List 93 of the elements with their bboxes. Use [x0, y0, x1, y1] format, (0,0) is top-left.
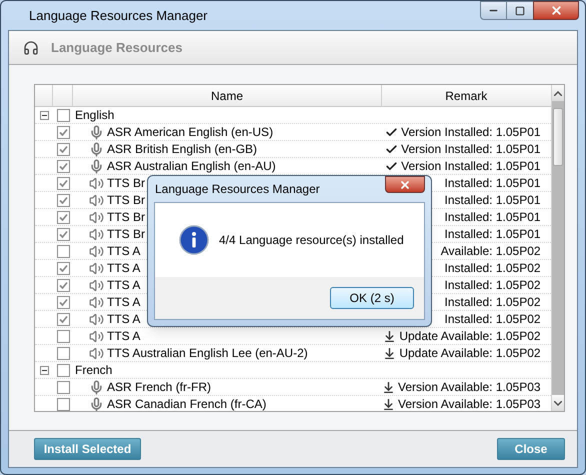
- headset-icon: [23, 40, 39, 56]
- scrollbar-thumb[interactable]: [552, 108, 563, 166]
- resource-name: TTS A: [107, 260, 140, 277]
- checkbox[interactable]: [56, 228, 70, 240]
- download-icon: [383, 346, 396, 360]
- resource-name: TTS A: [107, 328, 140, 345]
- resource-name: TTS A: [107, 294, 140, 311]
- checkbox[interactable]: [56, 126, 70, 138]
- microphone-icon: [89, 142, 104, 156]
- resource-name: ASR Australian English (en-AU): [107, 158, 276, 175]
- remark-text: Update Available: 1.05P02: [399, 345, 541, 362]
- check-icon: [385, 142, 398, 156]
- remark-text: Installed: 1.05P02: [444, 260, 541, 277]
- collapse-toggle[interactable]: [40, 110, 48, 120]
- checkbox[interactable]: [56, 330, 70, 342]
- resource-name: TTS A: [107, 243, 140, 260]
- checkbox[interactable]: [56, 176, 70, 190]
- speaker-icon: [89, 192, 104, 208]
- download-icon: [382, 398, 395, 410]
- resource-name: ASR French (fr-FR): [107, 379, 212, 396]
- close-icon: [399, 178, 411, 190]
- check-icon: [385, 126, 398, 138]
- resource-name: TTS Br: [107, 192, 145, 209]
- speaker-icon: [89, 176, 104, 190]
- download-icon: [382, 380, 395, 394]
- close-icon: [550, 4, 562, 17]
- column-header[interactable]: Remark: [382, 85, 551, 106]
- checkbox[interactable]: [56, 194, 70, 206]
- remark-text: Installed: 1.05P01: [444, 226, 541, 243]
- close-button[interactable]: [385, 176, 425, 193]
- speaker-icon: [89, 294, 104, 310]
- remark-text: Installed: 1.05P01: [444, 209, 541, 226]
- checkbox[interactable]: [56, 244, 70, 258]
- info-icon: [179, 225, 209, 255]
- speaker-icon: [89, 210, 104, 224]
- remark-text: Version Installed: 1.05P01: [401, 141, 541, 158]
- remark-text: Installed: 1.05P02: [444, 277, 541, 294]
- microphone-icon: [89, 380, 104, 394]
- remark-text: Installed: 1.05P02: [444, 311, 541, 328]
- resource-name: TTS Br: [107, 209, 145, 226]
- speaker-icon: [89, 244, 104, 258]
- checkbox[interactable]: [56, 210, 70, 224]
- checkbox[interactable]: [56, 108, 70, 122]
- speaker-icon: [89, 346, 104, 360]
- maximize-icon: [515, 6, 525, 16]
- remark-text: Installed: 1.05P01: [444, 175, 541, 192]
- window-title: Language Resources Manager: [29, 6, 208, 25]
- resource-name: TTS Br: [107, 226, 145, 243]
- resource-name: TTS A: [107, 277, 140, 294]
- speaker-icon: [89, 278, 104, 292]
- resource-name: TTS Br: [107, 175, 145, 192]
- resource-name: ASR American English (en-US): [107, 124, 274, 141]
- group-label: English: [74, 107, 114, 124]
- remark-text: Installed: 1.05P02: [444, 294, 541, 311]
- ok-button[interactable]: OK (2 s): [330, 287, 414, 309]
- collapse-toggle[interactable]: [40, 366, 48, 374]
- speaker-icon: [89, 328, 104, 344]
- checkbox[interactable]: [56, 380, 70, 394]
- resource-name: ASR Canadian French (fr-CA): [107, 396, 266, 411]
- checkbox[interactable]: [56, 312, 70, 326]
- microphone-icon: [89, 158, 104, 174]
- resource-name: TTS Australian English Lee (en-AU-2): [107, 345, 308, 362]
- speaker-icon: [89, 260, 104, 276]
- remark-text: Installed: 1.05P01: [444, 192, 541, 209]
- checkbox[interactable]: [56, 296, 70, 308]
- checkbox[interactable]: [56, 346, 70, 360]
- dialog-title: Language Resources Manager: [155, 181, 320, 198]
- microphone-icon: [89, 396, 104, 411]
- remark-text: Update Available: 1.05P02: [399, 328, 541, 345]
- checkbox[interactable]: [56, 398, 70, 410]
- remark-text: Version Available: 1.05P03: [398, 379, 541, 396]
- resource-name: ASR British English (en-GB): [107, 141, 258, 158]
- maximize-button[interactable]: [507, 1, 533, 20]
- download-icon: [383, 330, 396, 342]
- checkbox[interactable]: [56, 262, 70, 274]
- speaker-icon: [89, 312, 104, 326]
- microphone-icon: [89, 124, 104, 140]
- close-button[interactable]: [533, 1, 579, 20]
- dialog-message: 4/4 Language resource(s) installed: [219, 232, 404, 249]
- resource-name: TTS A: [107, 311, 140, 328]
- remark-text: Version Installed: 1.05P01: [401, 158, 541, 175]
- check-icon: [385, 160, 398, 172]
- remark-text: Version Installed: 1.05P01: [401, 124, 541, 141]
- group-label: French: [74, 362, 112, 379]
- checkbox[interactable]: [56, 278, 70, 292]
- checkbox[interactable]: [56, 364, 70, 376]
- column-header[interactable]: Name: [73, 85, 382, 106]
- header-title: Language Resources: [51, 38, 182, 57]
- remark-text: Version Available: 1.05P03: [398, 396, 541, 411]
- speaker-icon: [89, 226, 104, 242]
- checkbox[interactable]: [56, 142, 70, 156]
- remark-text: Available: 1.05P02: [440, 243, 541, 260]
- checkbox[interactable]: [56, 160, 70, 172]
